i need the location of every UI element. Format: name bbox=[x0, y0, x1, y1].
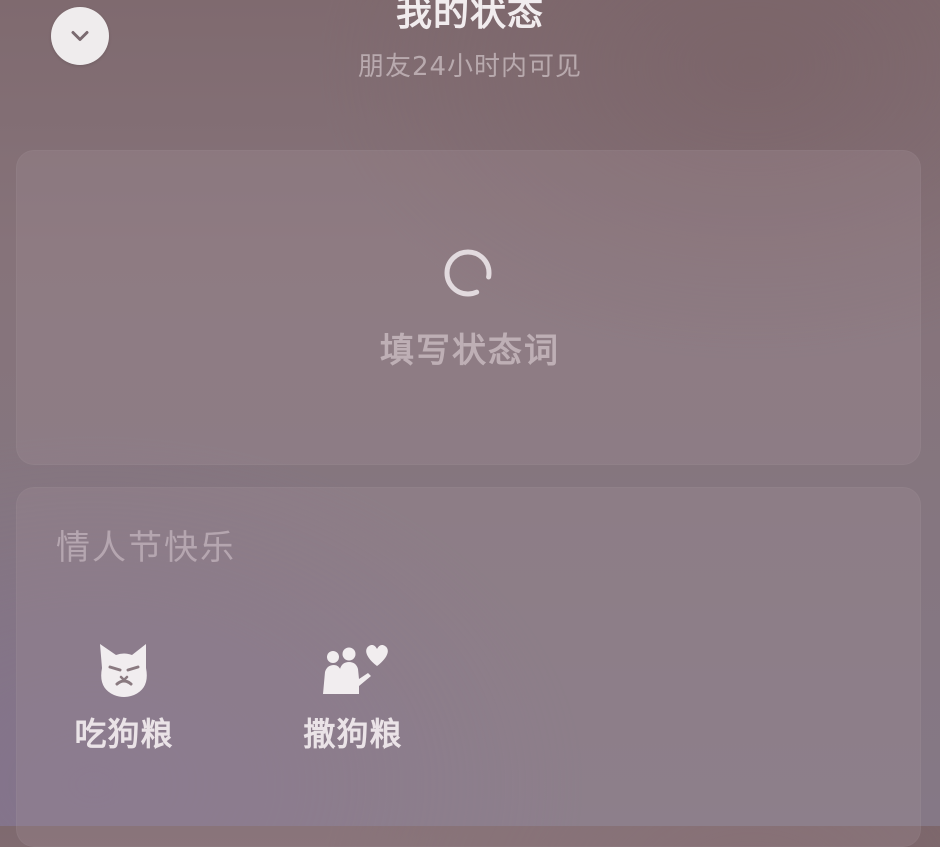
status-header: 我的状态 朋友24小时内可见 bbox=[0, 0, 940, 110]
loading-spinner-icon bbox=[442, 247, 494, 299]
status-option-eat-dog-food[interactable]: 吃狗粮 bbox=[54, 638, 194, 768]
status-option-share-dog-food[interactable]: 撒狗粮 bbox=[283, 638, 423, 768]
grumpy-cat-face-icon bbox=[88, 638, 160, 702]
status-input-placeholder[interactable]: 填写状态词 bbox=[0, 328, 940, 374]
couple-with-heart-icon bbox=[317, 638, 389, 702]
status-option-label: 吃狗粮 bbox=[74, 715, 174, 753]
visibility-note: 朋友24小时内可见 bbox=[357, 52, 583, 82]
status-input-card[interactable] bbox=[16, 150, 921, 465]
page-title: 我的状态 bbox=[395, 0, 544, 34]
status-group-title: 情人节快乐 bbox=[56, 528, 236, 568]
status-option-label: 撒狗粮 bbox=[303, 715, 403, 753]
